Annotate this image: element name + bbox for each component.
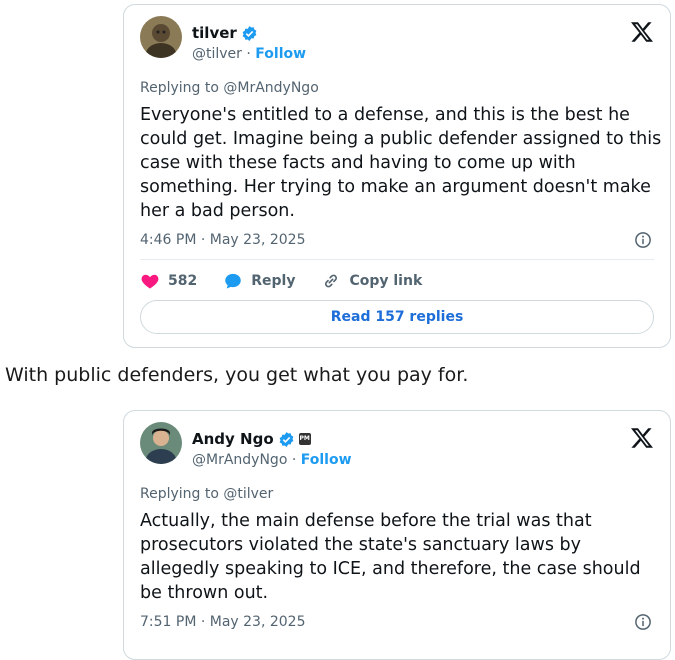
- replying-to[interactable]: Replying to @tilver: [140, 486, 273, 502]
- tweet-text: Everyone's entitled to a defense, and th…: [140, 105, 662, 221]
- handle[interactable]: @MrAndyNgo: [192, 452, 287, 468]
- display-name[interactable]: tilver: [192, 24, 258, 42]
- affiliate-badge-icon[interactable]: PM: [298, 433, 311, 445]
- separator: ·: [287, 452, 301, 468]
- display-name[interactable]: Andy Ngo PM: [192, 430, 311, 448]
- link-icon: [325, 274, 338, 288]
- divider: [140, 259, 654, 260]
- body-text: With public defenders, you get what you …: [5, 364, 469, 386]
- replying-to[interactable]: Replying to @MrAndyNgo: [140, 80, 319, 96]
- tweet-actions: 582 Reply Copy link: [140, 271, 448, 291]
- separator: ·: [241, 46, 256, 62]
- like-button[interactable]: 582: [140, 271, 197, 291]
- handle[interactable]: @tilver: [192, 46, 242, 62]
- handle-line: @tilver · Follow: [192, 46, 306, 62]
- timestamp[interactable]: 7:51 PM · May 23, 2025: [140, 614, 306, 630]
- x-logo-icon[interactable]: [630, 426, 654, 450]
- tweet-card-tilver[interactable]: tilver @tilver · Follow Replying to @MrA…: [123, 4, 671, 348]
- reply-label: Reply: [251, 273, 296, 289]
- reply-bubble-icon: [225, 273, 241, 289]
- read-replies-label: Read 157 replies: [330, 309, 464, 325]
- tweet-text: Actually, the main defense before the tr…: [140, 511, 641, 603]
- info-icon[interactable]: [634, 613, 652, 631]
- avatar[interactable]: [140, 422, 182, 464]
- info-icon[interactable]: [634, 231, 652, 249]
- verified-badge-icon: [242, 25, 257, 41]
- copy-link-label: Copy link: [349, 273, 423, 289]
- avatar[interactable]: [140, 16, 182, 58]
- tweet-card-andy-ngo[interactable]: Andy Ngo PM @MrAndyNgo · Follow Replying…: [123, 410, 671, 660]
- timestamp[interactable]: 4:46 PM · May 23, 2025: [140, 232, 306, 248]
- follow-button[interactable]: Follow: [301, 452, 352, 468]
- follow-button[interactable]: Follow: [255, 46, 306, 62]
- verified-badge-icon: [279, 431, 293, 447]
- heart-icon: [141, 274, 159, 289]
- reply-button[interactable]: Reply: [223, 271, 295, 291]
- handle-line: @MrAndyNgo · Follow: [192, 452, 352, 468]
- like-count: 582: [168, 273, 198, 289]
- x-logo-icon[interactable]: [630, 20, 654, 44]
- copy-link-button[interactable]: Copy link: [321, 271, 422, 291]
- read-replies-button[interactable]: Read 157 replies: [140, 300, 654, 334]
